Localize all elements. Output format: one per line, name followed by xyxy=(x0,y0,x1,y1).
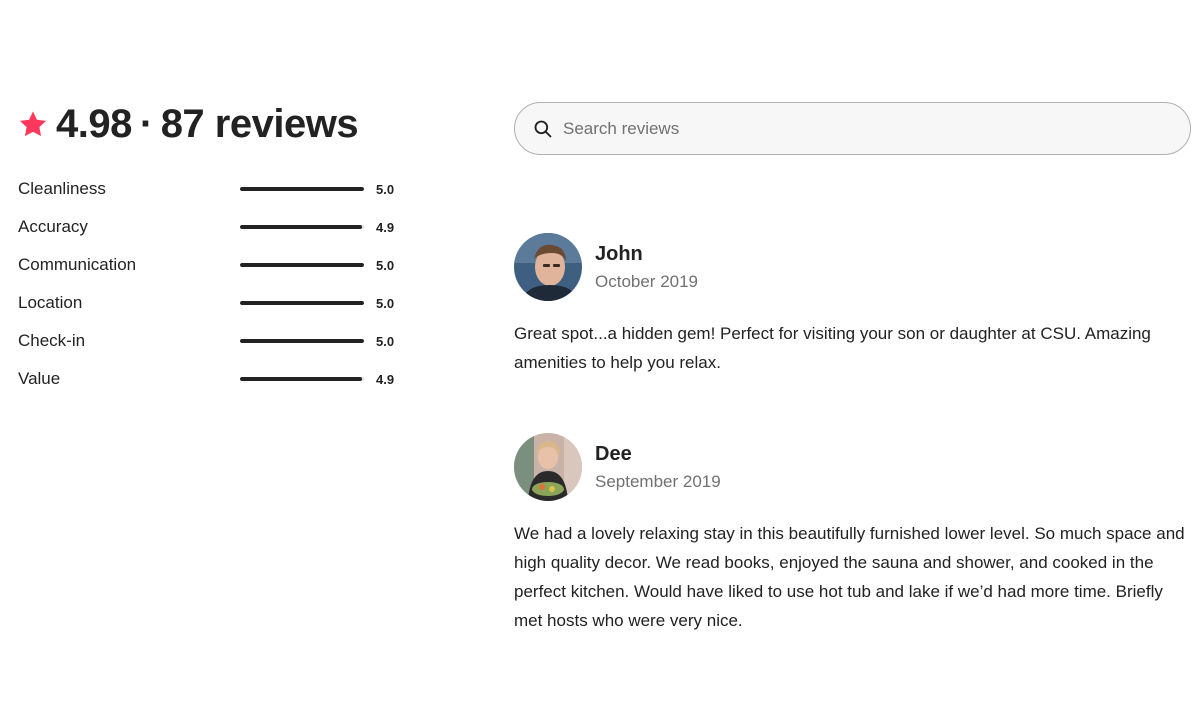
category-score: 5.0 xyxy=(376,257,395,273)
category-label: Cleanliness xyxy=(18,179,106,198)
category-bar-fill xyxy=(240,377,362,381)
review-item: Dee September 2019 We had a lovely relax… xyxy=(514,433,1190,635)
reviewer-photo xyxy=(514,433,582,501)
category-ratings: Cleanliness 5.0 Accuracy 4.9 Communicati… xyxy=(18,170,418,398)
category-score: 5.0 xyxy=(376,295,395,311)
rating-summary: 4.98 · 87 reviews xyxy=(18,100,359,148)
reviewer-info: John October 2019 xyxy=(595,243,698,292)
rating-headline: 4.98 · 87 reviews xyxy=(56,101,359,147)
review-header: John October 2019 xyxy=(514,233,1190,301)
search-icon xyxy=(534,120,552,137)
reviewer-name: John xyxy=(595,242,643,265)
category-bar-fill xyxy=(240,263,364,267)
review-text: We had a lovely relaxing stay in this be… xyxy=(514,524,1185,630)
category-bar xyxy=(240,377,364,381)
category-row: Check-in 5.0 xyxy=(18,322,418,360)
category-score: 5.0 xyxy=(376,333,395,349)
category-row: Communication 5.0 xyxy=(18,246,418,284)
reviewer-name: Dee xyxy=(595,442,632,465)
category-bar-fill xyxy=(240,301,364,305)
category-bar-fill xyxy=(240,225,362,229)
category-score: 4.9 xyxy=(376,371,395,387)
reviewer-photo xyxy=(514,233,582,301)
category-label: Location xyxy=(18,293,83,312)
search-box[interactable] xyxy=(514,102,1191,155)
category-label: Check-in xyxy=(18,331,86,350)
review-date: September 2019 xyxy=(595,471,721,491)
reviewer-info: Dee September 2019 xyxy=(595,443,721,492)
category-label: Accuracy xyxy=(18,217,88,236)
avatar[interactable] xyxy=(514,233,582,301)
overall-rating: 4.98 xyxy=(56,101,132,146)
category-score: 5.0 xyxy=(376,181,395,197)
review-header: Dee September 2019 xyxy=(514,433,1190,501)
category-row: Location 5.0 xyxy=(18,284,418,322)
category-row: Value 4.9 xyxy=(18,360,418,398)
reviews-page: 4.98 · 87 reviews Cleanliness 5.0 Accuracy… xyxy=(0,0,1200,720)
review-item: John October 2019 Great spot...a hidden … xyxy=(514,233,1190,377)
avatar[interactable] xyxy=(514,433,582,501)
rating-separator: · xyxy=(139,101,153,146)
category-bar-fill xyxy=(240,187,364,191)
category-label: Value xyxy=(18,369,61,388)
category-label: Communication xyxy=(18,255,137,274)
search-input[interactable] xyxy=(563,118,1163,139)
category-bar xyxy=(240,339,364,343)
category-bar xyxy=(240,225,364,229)
review-text: Great spot...a hidden gem! Perfect for v… xyxy=(514,324,1151,372)
category-bar xyxy=(240,187,364,191)
category-bar xyxy=(240,263,364,267)
category-bar-fill xyxy=(240,339,364,343)
star-icon xyxy=(19,111,47,137)
review-date: October 2019 xyxy=(595,271,699,291)
category-row: Cleanliness 5.0 xyxy=(18,170,418,208)
review-count: 87 reviews xyxy=(160,101,359,146)
category-row: Accuracy 4.9 xyxy=(18,208,418,246)
category-bar xyxy=(240,301,364,305)
category-score: 4.9 xyxy=(376,219,395,235)
